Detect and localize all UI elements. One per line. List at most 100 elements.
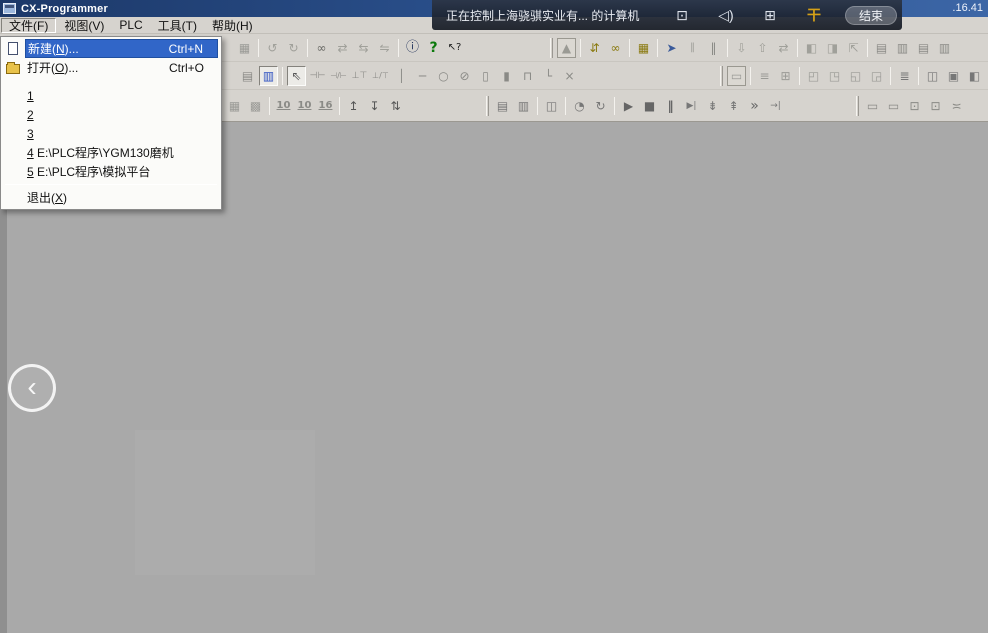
menu-item-recent-3[interactable]: 3 xyxy=(1,124,221,143)
coil-button[interactable]: ○ xyxy=(434,66,453,86)
toggle-check-button[interactable]: ◱ xyxy=(846,66,865,86)
find-next-button[interactable]: ⇋ xyxy=(375,38,394,58)
plc-settings-button[interactable]: ▥ xyxy=(893,38,912,58)
watch-window-button[interactable]: ◫ xyxy=(923,66,942,86)
remove-entry-button[interactable]: ◲ xyxy=(867,66,886,86)
menu-tools[interactable]: 工具(T) xyxy=(151,18,204,33)
transfer-to-plc-button[interactable]: ⇩ xyxy=(732,38,751,58)
instruction-button[interactable]: ▯ xyxy=(476,66,495,86)
monitor-button[interactable]: ▤ xyxy=(493,96,512,116)
replace-all-button[interactable]: ⇆ xyxy=(354,38,373,58)
monitor-signed-decimal-button[interactable]: 10 xyxy=(295,96,314,116)
plc-memory-button[interactable]: ▥ xyxy=(935,38,954,58)
compare-with-plc-button[interactable]: ⇄ xyxy=(774,38,793,58)
toolbar-grip[interactable] xyxy=(550,38,553,58)
undo-button[interactable]: ↺ xyxy=(263,38,282,58)
menu-item-new[interactable]: 新建(N)... Ctrl+N xyxy=(1,39,221,58)
run-button[interactable]: ▶ xyxy=(619,96,638,116)
replace-button[interactable]: ⇄ xyxy=(333,38,352,58)
menu-view[interactable]: 视图(V) xyxy=(57,18,111,33)
menu-item-recent-5[interactable]: 5 E:\PLC程序\模拟平台 xyxy=(1,162,221,181)
context-help-button[interactable]: ↖? xyxy=(445,38,464,58)
simulator-button[interactable]: ➤ xyxy=(662,38,681,58)
fullscreen-icon[interactable]: ⊡ xyxy=(667,7,697,24)
menu-file[interactable]: 文件(F) xyxy=(1,18,56,33)
calendar-button[interactable]: ⊞ xyxy=(776,66,795,86)
run-to-end-button[interactable]: →| xyxy=(766,96,785,116)
save-library-button[interactable]: ▦ xyxy=(235,38,254,58)
help-button[interactable]: ? xyxy=(424,38,443,58)
menu-help[interactable]: 帮助(H) xyxy=(205,18,260,33)
force-on-button[interactable]: ↥ xyxy=(344,96,363,116)
time-chart-button[interactable]: ↻ xyxy=(591,96,610,116)
grid-show-button[interactable]: ▦ xyxy=(225,96,244,116)
menu-item-recent-2[interactable]: 2 xyxy=(1,105,221,124)
differential-monitor-button[interactable]: ◔ xyxy=(570,96,589,116)
speaker-icon[interactable]: ◁) xyxy=(711,7,741,24)
transfer-from-plc-button[interactable]: ⇧ xyxy=(753,38,772,58)
io-node-button[interactable]: ⊡ xyxy=(926,96,945,116)
monitor-decimal-button[interactable]: 10 xyxy=(274,96,293,116)
function-block-button[interactable]: ⊓ xyxy=(518,66,537,86)
end-session-button[interactable]: 结束 xyxy=(845,6,897,25)
vertical-line-button[interactable]: │ xyxy=(392,66,411,86)
step-out-button[interactable]: ⇞ xyxy=(724,96,743,116)
pause-monitor-button[interactable]: ◫ xyxy=(542,96,561,116)
io-connect-button[interactable]: ⊡ xyxy=(905,96,924,116)
grid-toggle-button[interactable]: ▩ xyxy=(246,96,265,116)
select-tool-button[interactable]: ⇖ xyxy=(287,66,306,86)
menu-item-exit[interactable]: 退出(X) xyxy=(1,188,221,207)
horizontal-line-button[interactable]: ─ xyxy=(413,66,432,86)
memory-card-button[interactable]: ▤ xyxy=(914,38,933,58)
partial-transfer-button[interactable]: ◧ xyxy=(802,38,821,58)
pause-simulator-button[interactable]: ‖ xyxy=(683,38,702,58)
io-comment-button[interactable]: ▭ xyxy=(863,96,882,116)
properties-button[interactable]: ⓘ xyxy=(403,38,422,58)
monitor-clock-button[interactable]: ▥ xyxy=(514,96,533,116)
work-online-simulator-button[interactable]: ∞ xyxy=(606,38,625,58)
compile-button[interactable]: ▲ xyxy=(557,38,576,58)
work-online-button[interactable]: ⇵ xyxy=(585,38,604,58)
continuous-step-button[interactable]: » xyxy=(745,96,764,116)
io-table-button[interactable]: ▤ xyxy=(872,38,891,58)
insert-above-button[interactable]: ◰ xyxy=(804,66,823,86)
contact-no-button[interactable]: ⊣⊢ xyxy=(308,66,327,86)
toolbar-grip[interactable] xyxy=(720,66,723,86)
delete-line-button[interactable]: × xyxy=(560,66,579,86)
rung-comment-button[interactable]: ▭ xyxy=(884,96,903,116)
toolbar-grip[interactable] xyxy=(856,96,859,116)
cancel-transfer-button[interactable]: ⇱ xyxy=(844,38,863,58)
contact-or-nc-button[interactable]: ⊥/⊤ xyxy=(371,66,390,86)
back-overlay-button[interactable]: ‹ xyxy=(8,364,56,412)
pause-run-button[interactable]: ‖ xyxy=(661,96,680,116)
online-edit-button[interactable]: ▦ xyxy=(634,38,653,58)
contact-or-no-button[interactable]: ⊥⊤ xyxy=(350,66,369,86)
stop-button[interactable]: ■ xyxy=(640,96,659,116)
menu-item-recent-4[interactable]: 4 E:\PLC程序\YGM130磨机 xyxy=(1,143,221,162)
monitor-hex-button[interactable]: 16 xyxy=(316,96,335,116)
contact-nc-button[interactable]: ⊣/⊢ xyxy=(329,66,348,86)
partial-transfer-from-button[interactable]: ◨ xyxy=(823,38,842,58)
view-mnemonics-button[interactable]: ▤ xyxy=(238,66,257,86)
find-button[interactable]: ∞ xyxy=(312,38,331,58)
insert-below-button[interactable]: ◳ xyxy=(825,66,844,86)
closed-coil-button[interactable]: ⊘ xyxy=(455,66,474,86)
inverted-instruction-button[interactable]: ▮ xyxy=(497,66,516,86)
menu-item-open[interactable]: 打开(O)... Ctrl+O xyxy=(1,58,221,77)
toolbar-grip[interactable] xyxy=(486,96,489,116)
local-window-button[interactable]: ◧ xyxy=(965,66,984,86)
multiple-io-button[interactable]: ≡ xyxy=(755,66,774,86)
view-ladder-button[interactable]: ▥ xyxy=(259,66,278,86)
force-cancel-button[interactable]: ⇅ xyxy=(386,96,405,116)
redo-button[interactable]: ↻ xyxy=(284,38,303,58)
level-adjust-button[interactable]: ≍ xyxy=(947,96,966,116)
pause-button[interactable]: ‖ xyxy=(704,38,723,58)
menu-plc[interactable]: PLC xyxy=(112,18,149,33)
force-off-button[interactable]: ↧ xyxy=(365,96,384,116)
add-screen-icon[interactable]: ⊞ xyxy=(755,7,785,24)
menu-item-recent-1[interactable]: 1 xyxy=(1,86,221,105)
step-in-button[interactable]: ⇟ xyxy=(703,96,722,116)
cross-reference-button[interactable]: ▣ xyxy=(944,66,963,86)
step-run-button[interactable]: ▶| xyxy=(682,96,701,116)
symbol-tree-button[interactable]: ≣ xyxy=(895,66,914,86)
